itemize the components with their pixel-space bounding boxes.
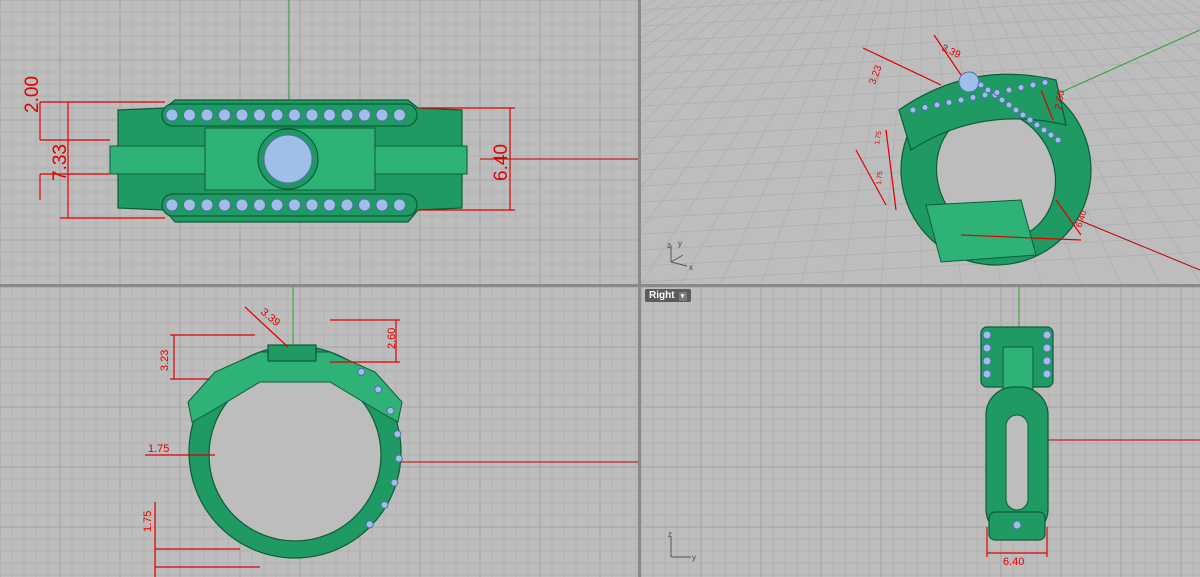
- viewport-right[interactable]: 6.40 z y Right ▾: [641, 287, 1200, 577]
- right-view-canvas[interactable]: 6.40 z y: [641, 287, 1200, 577]
- front-dim-2-60: 2.60: [386, 328, 398, 349]
- viewport-perspective[interactable]: 3.39 3.23 2.60 1.75 1.75 6.40 z y x: [641, 0, 1200, 284]
- dim-6-40: 6.40: [491, 144, 512, 181]
- right-axis-y: y: [692, 553, 696, 562]
- dropdown-arrow-icon[interactable]: ▾: [678, 292, 687, 301]
- persp-dim-1-75a: 1.75: [874, 131, 883, 146]
- front-dim-3-23: 3.23: [159, 350, 171, 371]
- front-dim-3-39: 3.39: [258, 306, 282, 329]
- viewport-label-text: Right: [649, 290, 675, 301]
- ring-perspective-model[interactable]: [870, 44, 1122, 284]
- persp-axis-x: x: [689, 263, 693, 272]
- front-dim-1-75b: 1.75: [142, 511, 154, 532]
- viewport-label-right[interactable]: Right ▾: [645, 289, 691, 302]
- center-stone: [263, 134, 313, 184]
- ring-top-model[interactable]: [109, 99, 468, 223]
- perspective-view-canvas[interactable]: 3.39 3.23 2.60 1.75 1.75 6.40 z y x: [641, 0, 1200, 284]
- persp-axis-gizmo: z y x: [667, 239, 693, 272]
- persp-dim-1-75b: 1.75: [876, 171, 884, 185]
- persp-dim-3-23: 3.23: [867, 64, 884, 86]
- persp-dim-3-39: 3.39: [940, 43, 963, 61]
- front-dim-1-75a: 1.75: [148, 443, 169, 455]
- viewport-top[interactable]: 2.00 7.33 6.40: [0, 0, 638, 284]
- right-axis-gizmo: z y: [668, 530, 696, 562]
- dim-7-33: 7.33: [50, 144, 71, 181]
- right-dim-6-40: 6.40: [1003, 556, 1024, 568]
- viewport-grid: 2.00 7.33 6.40 3.39 3.23 2.60 1.75 1.75 …: [0, 0, 1200, 577]
- ring-front-model[interactable]: [187, 344, 403, 559]
- right-axis-z: z: [668, 530, 672, 539]
- front-view-canvas[interactable]: 3.39 3.23 2.60 1.75 1.75: [0, 287, 638, 577]
- persp-axis-z: z: [667, 241, 671, 250]
- top-view-canvas[interactable]: 2.00 7.33 6.40: [0, 0, 638, 284]
- dim-2-00: 2.00: [22, 76, 43, 113]
- right-grid: [641, 287, 1200, 577]
- viewport-front[interactable]: 3.39 3.23 2.60 1.75 1.75: [0, 287, 638, 577]
- ring-right-model[interactable]: [980, 326, 1054, 541]
- persp-axis-y: y: [678, 239, 682, 248]
